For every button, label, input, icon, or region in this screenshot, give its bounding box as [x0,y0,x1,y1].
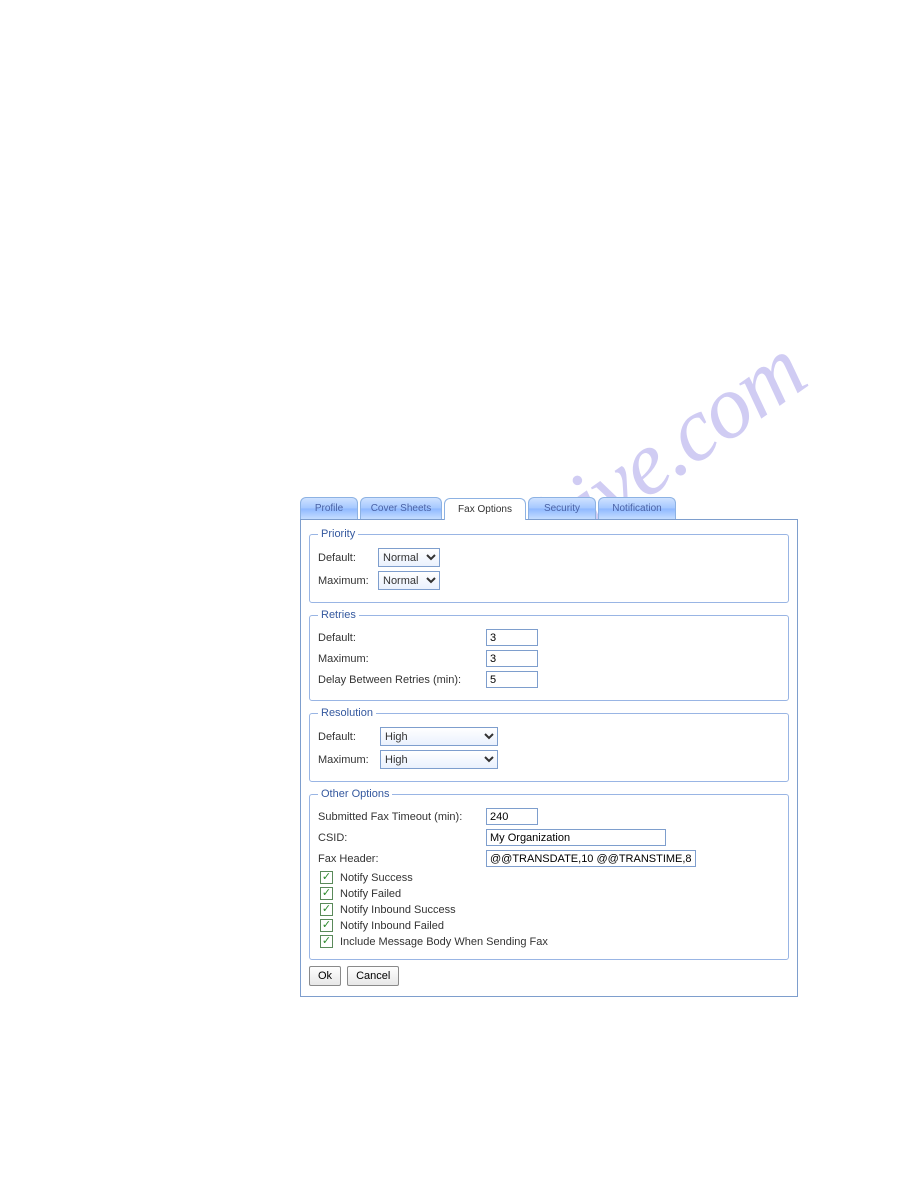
tab-cover-sheets[interactable]: Cover Sheets [360,497,442,519]
notify-inbound-success-label: Notify Inbound Success [340,904,456,916]
priority-legend: Priority [318,528,358,540]
tab-profile[interactable]: Profile [300,497,358,519]
notify-success-label: Notify Success [340,872,413,884]
retries-maximum-input[interactable] [486,650,538,667]
tab-notification[interactable]: Notification [598,497,676,519]
resolution-legend: Resolution [318,707,376,719]
resolution-group: Resolution Default: High Maximum: High [309,707,789,782]
fax-header-input[interactable] [486,850,696,867]
button-bar: Ok Cancel [309,966,789,986]
retries-legend: Retries [318,609,359,621]
include-body-label: Include Message Body When Sending Fax [340,936,548,948]
resolution-default-label: Default: [318,731,380,743]
priority-group: Priority Default: Normal Maximum: Normal [309,528,789,603]
retries-delay-label: Delay Between Retries (min): [318,674,486,686]
other-options-legend: Other Options [318,788,392,800]
include-body-checkbox[interactable]: ✓ [320,935,333,948]
notify-inbound-failed-label: Notify Inbound Failed [340,920,444,932]
retries-delay-input[interactable] [486,671,538,688]
resolution-default-select[interactable]: High [380,727,498,746]
retries-default-input[interactable] [486,629,538,646]
notify-inbound-failed-checkbox[interactable]: ✓ [320,919,333,932]
tab-content: Priority Default: Normal Maximum: Normal… [300,519,798,997]
notify-failed-checkbox[interactable]: ✓ [320,887,333,900]
notify-inbound-success-checkbox[interactable]: ✓ [320,903,333,916]
fax-header-label: Fax Header: [318,853,486,865]
tab-bar: Profile Cover Sheets Fax Options Securit… [300,497,798,519]
retries-group: Retries Default: Maximum: Delay Between … [309,609,789,701]
retries-maximum-label: Maximum: [318,653,486,665]
csid-label: CSID: [318,832,486,844]
tab-fax-options[interactable]: Fax Options [444,498,526,520]
cancel-button[interactable]: Cancel [347,966,399,986]
priority-maximum-select[interactable]: Normal [378,571,440,590]
notify-failed-label: Notify Failed [340,888,401,900]
priority-default-label: Default: [318,552,378,564]
priority-default-select[interactable]: Normal [378,548,440,567]
csid-input[interactable] [486,829,666,846]
notify-success-checkbox[interactable]: ✓ [320,871,333,884]
ok-button[interactable]: Ok [309,966,341,986]
tab-security[interactable]: Security [528,497,596,519]
retries-default-label: Default: [318,632,486,644]
timeout-label: Submitted Fax Timeout (min): [318,811,486,823]
resolution-maximum-select[interactable]: High [380,750,498,769]
timeout-input[interactable] [486,808,538,825]
resolution-maximum-label: Maximum: [318,754,380,766]
other-options-group: Other Options Submitted Fax Timeout (min… [309,788,789,960]
priority-maximum-label: Maximum: [318,575,378,587]
fax-options-panel: Profile Cover Sheets Fax Options Securit… [300,497,798,997]
